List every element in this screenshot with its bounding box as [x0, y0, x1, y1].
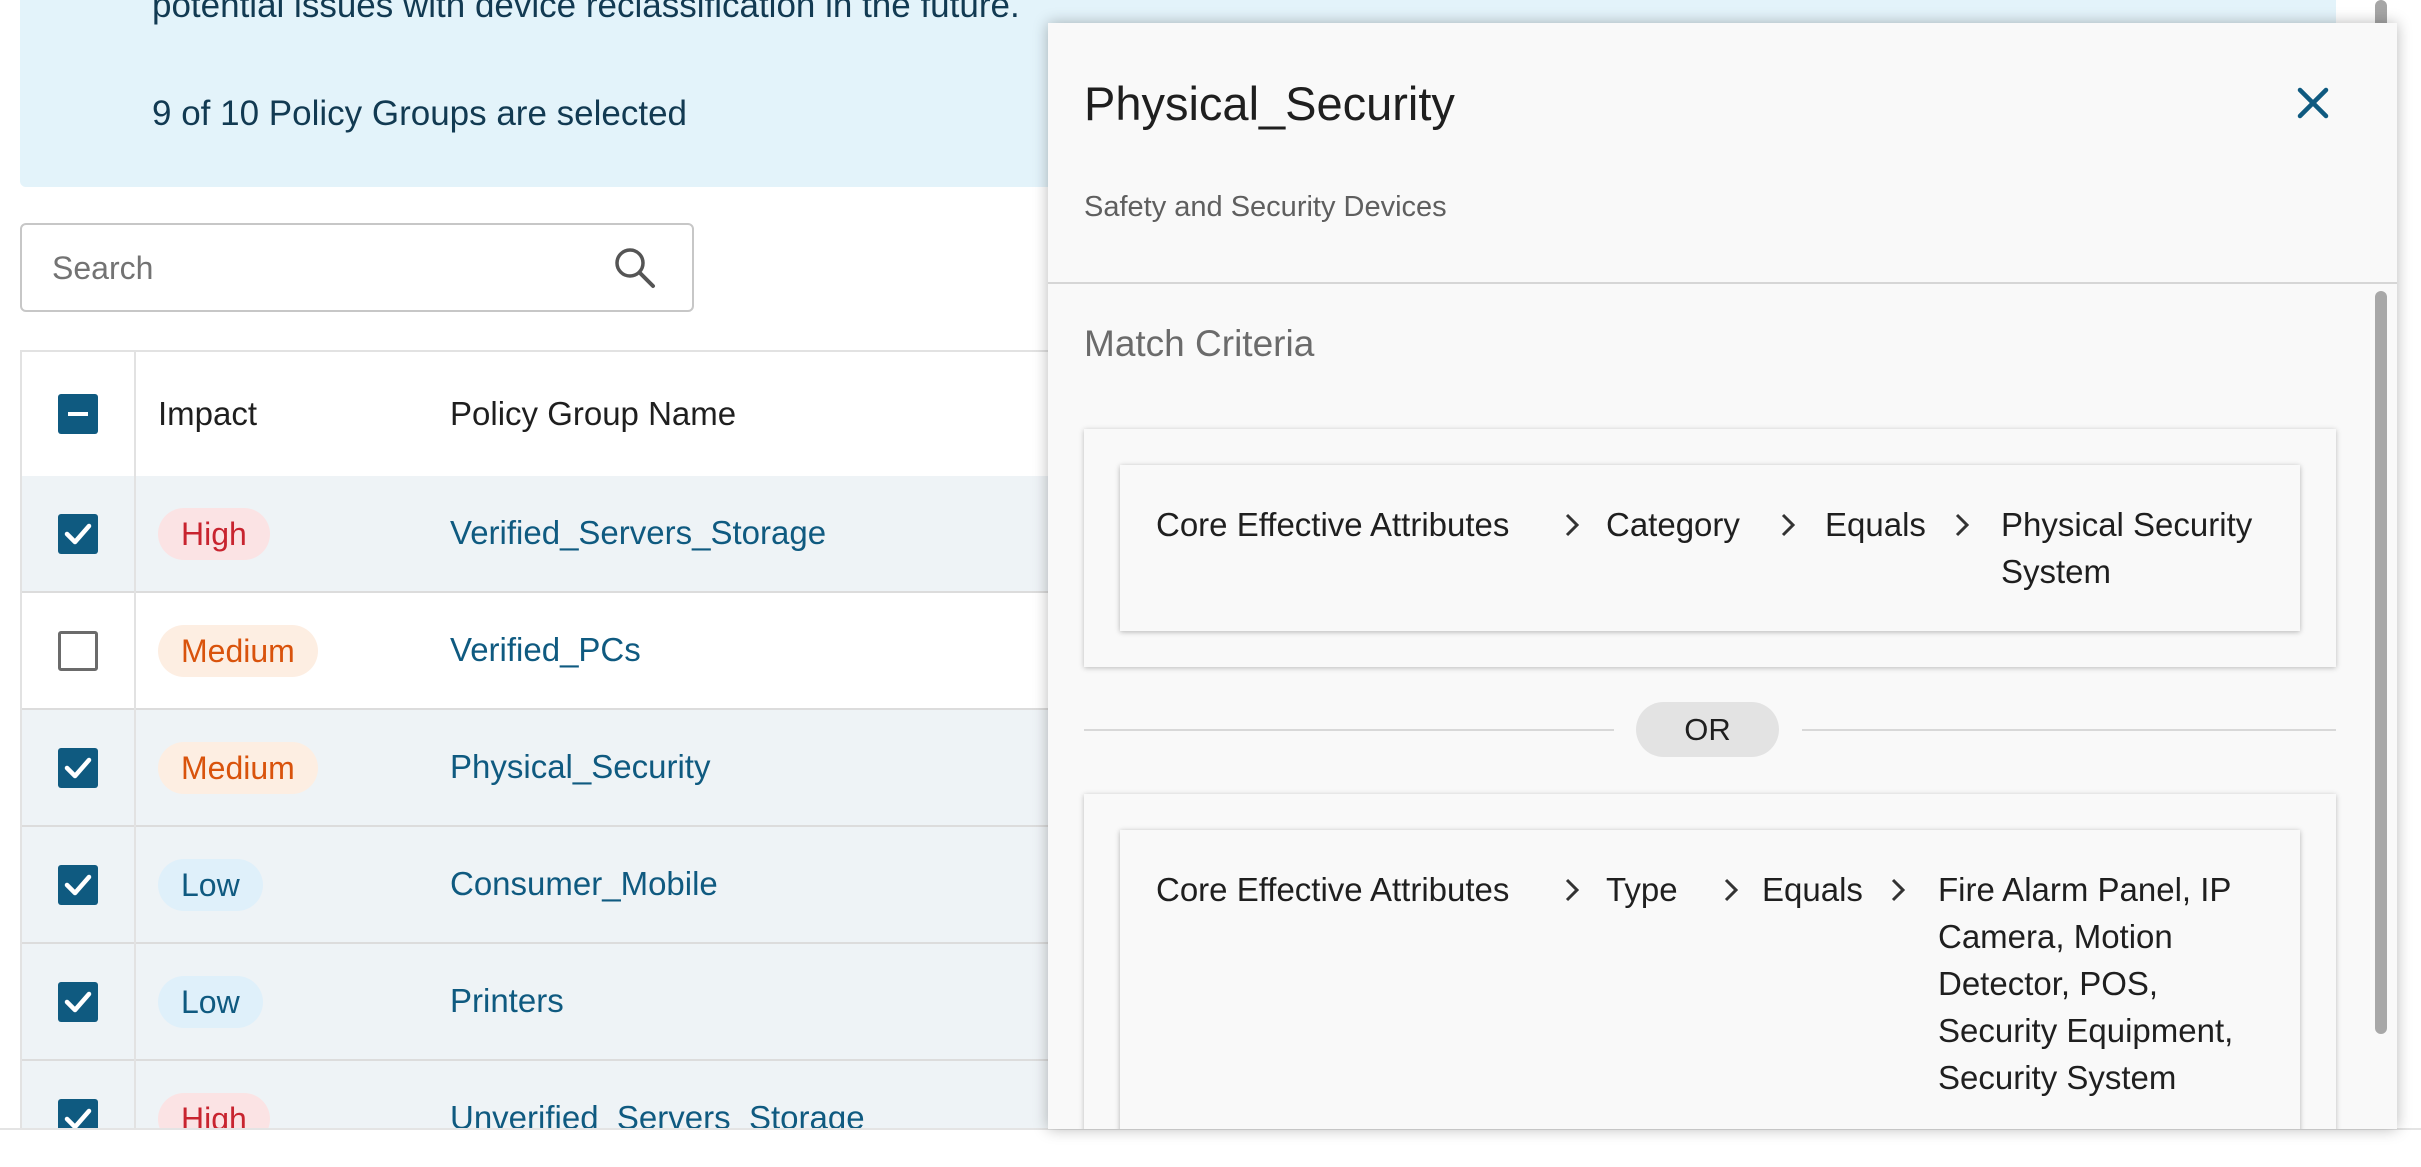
- table-row[interactable]: High Unverified_Servers_Storage: [22, 1061, 1118, 1130]
- chevron-right-icon: [1565, 513, 1580, 537]
- criteria-value: Physical Security System: [2001, 506, 2253, 590]
- policy-group-link[interactable]: Verified_PCs: [450, 631, 641, 669]
- criteria-source: Core Effective Attributes: [1156, 871, 1510, 908]
- bottom-bar: [0, 1128, 2421, 1167]
- chevron-right-icon: [1781, 513, 1796, 537]
- panel-divider: [1048, 282, 2397, 284]
- search-box: [20, 223, 694, 312]
- policy-group-link[interactable]: Printers: [450, 982, 564, 1020]
- search-input[interactable]: [50, 225, 614, 312]
- checkbox-checked-icon: [64, 991, 92, 1013]
- criteria-source: Core Effective Attributes: [1156, 506, 1510, 543]
- selection-summary: 9 of 10 Policy Groups are selected: [152, 94, 688, 133]
- policy-group-name-column-header[interactable]: Policy Group Name: [450, 352, 736, 476]
- criteria-attribute: Category: [1606, 506, 1740, 543]
- checkbox-checked-icon: [64, 874, 92, 896]
- checkbox-checked-icon: [64, 523, 92, 545]
- table-row[interactable]: High Verified_Servers_Storage: [22, 476, 1118, 593]
- panel-scrollbar-thumb[interactable]: [2375, 291, 2387, 1034]
- policy-group-link[interactable]: Unverified_Servers_Storage: [450, 1099, 865, 1130]
- policy-group-link[interactable]: Verified_Servers_Storage: [450, 514, 826, 552]
- select-all-checkbox[interactable]: [58, 394, 98, 434]
- close-icon[interactable]: [2288, 78, 2338, 128]
- table-row[interactable]: Low Printers: [22, 944, 1118, 1061]
- row-checkbox[interactable]: [58, 514, 98, 554]
- impact-badge: Low: [158, 976, 263, 1028]
- column-separator: [134, 352, 136, 1130]
- chevron-right-icon: [1565, 878, 1580, 902]
- impact-badge: Medium: [158, 742, 318, 794]
- row-checkbox[interactable]: [58, 982, 98, 1022]
- banner-message: potential issues with device reclassific…: [152, 0, 1020, 25]
- chevron-right-icon: [1891, 878, 1906, 902]
- row-checkbox[interactable]: [58, 1099, 98, 1130]
- impact-badge: Medium: [158, 625, 318, 677]
- or-divider-right: [1802, 729, 2336, 731]
- chevron-right-icon: [1955, 513, 1970, 537]
- chevron-right-icon: [1724, 878, 1739, 902]
- checkbox-checked-icon: [64, 1108, 92, 1130]
- criteria-operator: Equals: [1825, 506, 1926, 543]
- criteria-rule: Core Effective Attributes Type Equals Fi…: [1120, 830, 2300, 1129]
- row-checkbox[interactable]: [58, 631, 98, 671]
- impact-column-header[interactable]: Impact: [158, 352, 257, 476]
- row-checkbox[interactable]: [58, 748, 98, 788]
- or-separator: OR: [1636, 702, 1779, 757]
- panel-title: Physical_Security: [1084, 77, 1455, 130]
- policy-groups-table: Impact Policy Group Name High Verified_Se…: [20, 350, 1120, 1130]
- checkbox-checked-icon: [64, 757, 92, 779]
- criteria-operator: Equals: [1762, 871, 1863, 908]
- policy-group-link[interactable]: Consumer_Mobile: [450, 865, 718, 903]
- row-checkbox[interactable]: [58, 865, 98, 905]
- criteria-attribute: Type: [1606, 871, 1678, 908]
- impact-badge: Low: [158, 859, 263, 911]
- policy-group-details-panel: Physical_Security Safety and Security De…: [1048, 23, 2397, 1129]
- checkbox-indeterminate-icon: [68, 412, 88, 416]
- impact-badge: High: [158, 508, 270, 560]
- table-row[interactable]: Medium Physical_Security: [22, 710, 1118, 827]
- table-row[interactable]: Medium Verified_PCs: [22, 593, 1118, 710]
- or-divider-left: [1084, 729, 1614, 731]
- panel-subtitle: Safety and Security Devices: [1084, 191, 1447, 223]
- match-criteria-title: Match Criteria: [1084, 323, 1315, 364]
- criteria-rule: Core Effective Attributes Category Equal…: [1120, 465, 2300, 631]
- table-header: Impact Policy Group Name: [22, 352, 1118, 478]
- impact-badge: High: [158, 1093, 270, 1130]
- criteria-value: Fire Alarm Panel, IP Camera, Motion Dete…: [1938, 871, 2234, 1096]
- policy-group-link[interactable]: Physical_Security: [450, 748, 710, 786]
- criteria-group: Core Effective Attributes Category Equal…: [1084, 429, 2336, 667]
- search-icon[interactable]: [612, 245, 658, 291]
- table-row[interactable]: Low Consumer_Mobile: [22, 827, 1118, 944]
- criteria-group: Core Effective Attributes Type Equals Fi…: [1084, 794, 2336, 1129]
